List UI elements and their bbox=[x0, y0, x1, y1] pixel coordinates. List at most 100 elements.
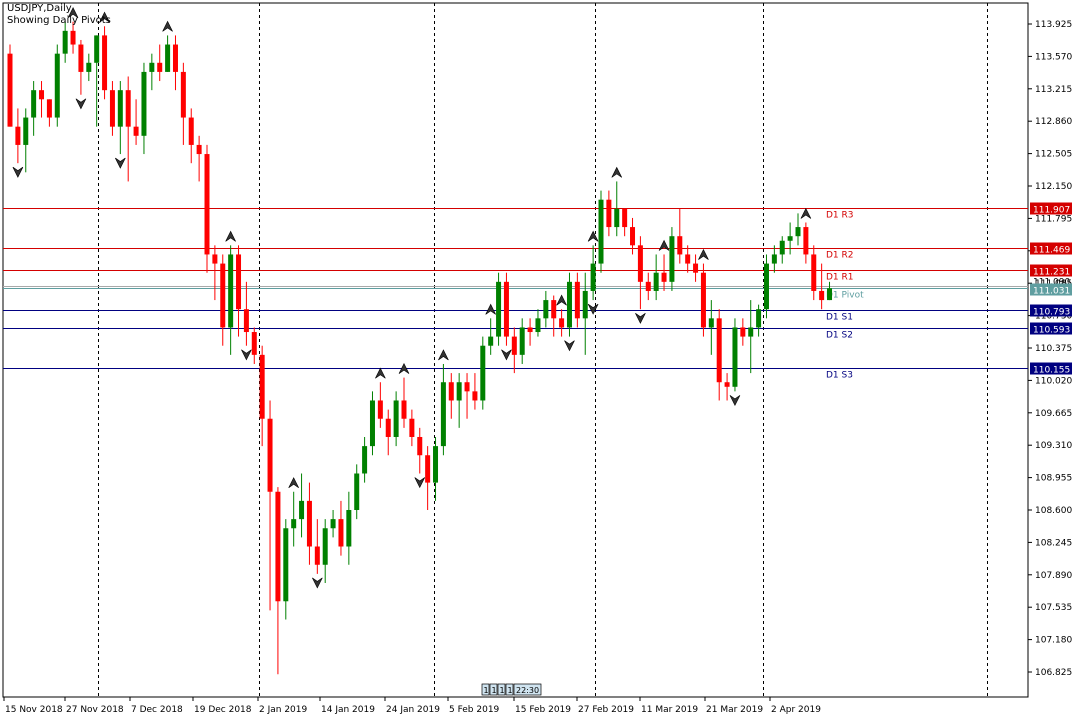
x-tick-label: 2 Apr 2019 bbox=[771, 705, 821, 715]
fractal-down-icon bbox=[587, 303, 599, 315]
candle-body bbox=[393, 400, 399, 437]
candle-body bbox=[543, 300, 549, 319]
candle bbox=[756, 304, 762, 337]
candle bbox=[677, 208, 683, 264]
candle-body bbox=[653, 272, 659, 291]
fractal-up-icon bbox=[698, 248, 709, 260]
price-tag-label: 110.793 bbox=[1033, 308, 1070, 318]
marker-box-label: 1 bbox=[484, 686, 489, 695]
fractal-up-icon bbox=[438, 349, 449, 361]
price-tag-d1-s2: 110.593 bbox=[1030, 322, 1072, 336]
candle bbox=[393, 391, 399, 447]
candle-body bbox=[369, 400, 375, 447]
candle bbox=[511, 327, 517, 374]
price-tag-label: 111.031 bbox=[1033, 287, 1070, 297]
candle-body bbox=[503, 281, 509, 337]
candle bbox=[275, 487, 281, 675]
candle bbox=[669, 227, 675, 291]
price-tag-d1-r1: 111.231 bbox=[1030, 264, 1072, 278]
candle-body bbox=[125, 90, 131, 127]
price-tag-label: 110.593 bbox=[1033, 326, 1070, 336]
candle-body bbox=[519, 327, 525, 355]
candle-body bbox=[645, 281, 651, 291]
candle bbox=[488, 318, 494, 355]
pivot-label: D1 R2 bbox=[826, 251, 854, 261]
candle bbox=[559, 309, 565, 337]
y-tick-label: 109.665 bbox=[1035, 409, 1072, 419]
symbol-title: USDJPY,Daily bbox=[7, 3, 72, 14]
candle-body bbox=[62, 30, 68, 54]
candle bbox=[54, 44, 60, 127]
candle-body bbox=[204, 154, 210, 255]
candle-body bbox=[165, 44, 171, 72]
candle bbox=[787, 222, 793, 255]
candle-body bbox=[566, 281, 572, 328]
candle-body bbox=[582, 290, 588, 319]
candle bbox=[306, 482, 312, 565]
candle-body bbox=[283, 528, 289, 602]
candle bbox=[39, 81, 45, 118]
candle-body bbox=[803, 227, 809, 255]
fractal-up-icon bbox=[225, 230, 236, 242]
candle bbox=[7, 44, 13, 127]
candle bbox=[172, 35, 178, 91]
fractal-down-icon bbox=[729, 395, 741, 407]
fractal-down-icon bbox=[115, 157, 126, 169]
fractal-up-icon bbox=[800, 207, 812, 219]
fractal-up-icon bbox=[288, 477, 299, 488]
pivot-label: D1 S3 bbox=[826, 371, 853, 381]
y-tick-label: 108.955 bbox=[1035, 474, 1072, 484]
candle bbox=[748, 300, 754, 374]
price-tag-d1-r3: 111.907 bbox=[1030, 202, 1072, 216]
candle bbox=[78, 39, 84, 95]
pivot-label: D1 S2 bbox=[826, 331, 853, 341]
candle-body bbox=[827, 288, 833, 301]
price-tag-label: 111.907 bbox=[1033, 206, 1070, 216]
candle-body bbox=[425, 455, 431, 483]
candle-body bbox=[299, 500, 305, 520]
y-tick-label: 110.020 bbox=[1035, 376, 1072, 386]
candle bbox=[346, 491, 352, 565]
candle-body bbox=[228, 254, 234, 328]
candle-body bbox=[677, 236, 683, 255]
candle-body bbox=[787, 236, 793, 241]
candle bbox=[637, 236, 643, 310]
candle bbox=[685, 245, 691, 273]
candle bbox=[251, 327, 257, 364]
candle bbox=[283, 519, 289, 620]
candle-body bbox=[417, 436, 423, 456]
candle bbox=[503, 272, 509, 346]
candle-body bbox=[779, 240, 785, 255]
candle bbox=[259, 345, 265, 447]
pivot-label: D1 S1 bbox=[826, 313, 853, 323]
fractal-up-icon bbox=[162, 20, 173, 32]
candle bbox=[385, 409, 391, 456]
candle-body bbox=[472, 391, 478, 401]
candle-body bbox=[401, 400, 407, 419]
candle-body bbox=[15, 126, 21, 145]
candle-body bbox=[685, 254, 691, 264]
candle-body bbox=[157, 62, 163, 72]
chart-window[interactable]: 113.925 113.570 113.215 112.860 112.505 112.1… bbox=[0, 0, 1080, 720]
candle-body bbox=[464, 382, 470, 392]
x-tick-label: 15 Feb 2019 bbox=[515, 705, 571, 715]
candle-body bbox=[251, 332, 257, 355]
candle bbox=[653, 254, 659, 301]
candle-body bbox=[716, 318, 722, 383]
candle-body bbox=[346, 510, 352, 547]
candle-body bbox=[362, 446, 368, 474]
candle bbox=[827, 281, 833, 301]
candle bbox=[236, 245, 242, 337]
candle-body bbox=[23, 117, 29, 145]
candle-body bbox=[86, 62, 92, 72]
candle bbox=[369, 391, 375, 456]
marker-time-label: 22:30 bbox=[516, 686, 539, 695]
candle bbox=[31, 81, 37, 136]
candle-body bbox=[102, 35, 108, 91]
candle bbox=[109, 81, 115, 136]
candle-body bbox=[551, 300, 557, 319]
candle-body bbox=[354, 473, 360, 510]
fractal-down-icon bbox=[501, 349, 512, 361]
candle bbox=[243, 281, 249, 346]
price-chart-canvas[interactable]: 113.925 113.570 113.215 112.860 112.505 112.1… bbox=[0, 0, 1080, 720]
